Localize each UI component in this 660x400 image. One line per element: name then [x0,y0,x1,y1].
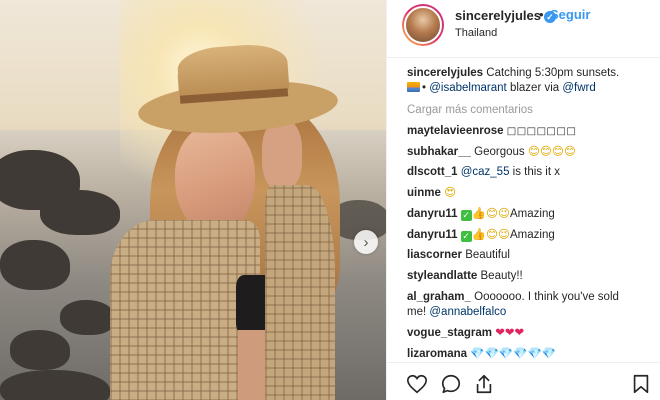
rock [60,300,115,335]
sunset-icon [407,82,420,92]
chevron-right-icon: › [363,233,369,251]
comment: styleandlatte Beauty!! [407,269,657,284]
comment-text: Amazing [510,208,555,220]
comment: liascorner Beautiful [407,248,657,263]
location-link[interactable]: Thailand [455,27,497,39]
avatar-image [404,6,442,44]
comment-username[interactable]: maytelavieenrose [407,125,504,137]
comment: maytelavieenrose □□□□□□□ [407,124,657,139]
heart-icon [407,374,427,394]
comment-text: Beauty!! [480,270,523,282]
thumbs-emoji-icon: 👍😊😉 [471,206,510,220]
check-emoji-icon: ✓ [460,210,472,221]
mention-link[interactable]: @caz_55 [461,166,510,178]
load-more-comments[interactable]: Cargar más comentarios [407,103,657,118]
separator-dot: • [539,7,544,22]
caption-username[interactable]: sincerelyjules [407,67,483,79]
post-photo[interactable]: › [0,0,386,400]
mention-link[interactable]: @fwrd [562,82,595,94]
thumbs-emoji-icon: 👍😊😉 [471,227,510,241]
share-button[interactable] [473,373,495,395]
header-username[interactable]: sincerelyjules [455,8,541,23]
comment-username[interactable]: danyru11 [407,229,458,241]
like-button[interactable] [406,373,428,395]
blazer-right [265,185,335,400]
comment: danyru11 ✓ 👍😊😉Amazing [407,227,657,243]
save-button[interactable] [630,373,652,395]
smile-emoji-icon: 😊😊😊😊 [527,144,576,158]
post-header: sincerelyjules ✓ • Seguir Thailand [387,0,660,58]
diamond-emoji-icon: 💎💎💎💎💎💎 [470,346,557,360]
comment: danyru11 ✓ 👍😊😉Amazing [407,206,657,222]
caption-text: blazer via [509,82,560,94]
comment-icon [441,374,461,394]
caption-text: Catching 5:30pm sunsets. [486,67,620,79]
comment-text: □□□□□□□ [506,126,577,137]
caption: sincerelyjules Catching 5:30pm sunsets. [407,66,657,81]
comment-username[interactable]: vogue_stagram [407,327,492,339]
comment: subhakar__ Georgous 😊😊😊😊 [407,144,657,160]
comment-text: me! [407,306,427,318]
comment-username[interactable]: lizaromana [407,348,467,360]
comment: al_graham_ Ooooooo. I think you've sold [407,290,657,305]
avatar[interactable] [402,4,444,46]
action-bar [387,362,660,400]
comment-username[interactable]: liascorner [407,249,462,261]
comment-text: is this it x [512,166,560,178]
heart-eyes-emoji-icon: 😍 [444,185,457,199]
comment-username[interactable]: subhakar__ [407,146,471,158]
comment-continued: me! @annabelfalco [407,305,657,320]
comment-text: Amazing [510,229,555,241]
check-emoji-icon: ✓ [460,231,472,242]
caption-bullet: • [422,82,427,94]
comment: dlscott_1 @caz_55 is this it x [407,165,657,180]
comment-username[interactable]: uinme [407,187,441,199]
comment-button[interactable] [440,373,462,395]
comment: lizaromana 💎💎💎💎💎💎 [407,346,657,362]
follow-button[interactable]: Seguir [550,7,590,22]
model-hand [262,120,302,190]
comment-username[interactable]: styleandlatte [407,270,477,282]
comment-username[interactable]: danyru11 [407,208,458,220]
model-face [175,125,255,235]
comment-text: Beautiful [465,249,510,261]
comment: uinme 😍 [407,185,657,201]
next-image-button[interactable]: › [354,230,378,254]
comment-text: Ooooooo. I think you've sold [474,291,619,303]
rock [0,240,70,290]
mention-link[interactable]: @isabelmarant [429,82,507,94]
heart-emoji-icon: ❤❤❤ [495,325,525,339]
rock [10,330,70,370]
caption-line-2: • @isabelmarant blazer via @fwrd [407,81,657,96]
comment-username[interactable]: al_graham_ [407,291,471,303]
comment-username[interactable]: dlscott_1 [407,166,458,178]
post-sidebar: sincerelyjules ✓ • Seguir Thailand sincer… [386,0,660,400]
comment-text: Georgous [474,146,525,158]
bookmark-icon [633,374,649,394]
share-icon [476,374,492,394]
rock [40,190,120,235]
comment: vogue_stagram ❤❤❤ [407,325,657,341]
mention-link[interactable]: @annabelfalco [429,306,506,318]
